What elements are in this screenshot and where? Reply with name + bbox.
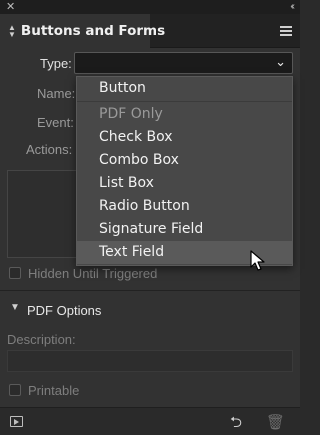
menu-separator bbox=[77, 101, 292, 102]
description-label: Description: bbox=[7, 332, 76, 347]
chevron-down-icon: ⌄ bbox=[275, 55, 286, 70]
hamburger-icon[interactable] bbox=[280, 26, 292, 36]
pdf-options-header[interactable]: PDF Options bbox=[27, 303, 101, 318]
menu-item-list-box[interactable]: List Box bbox=[77, 172, 292, 195]
type-label: Type: bbox=[40, 56, 72, 71]
menu-item-signature-field[interactable]: Signature Field bbox=[77, 218, 292, 241]
menu-item-combo-box[interactable]: Combo Box bbox=[77, 149, 292, 172]
printable-checkbox[interactable] bbox=[9, 384, 21, 396]
mouse-cursor-icon bbox=[250, 250, 265, 271]
menu-item-check-box[interactable]: Check Box bbox=[77, 126, 292, 149]
menu-item-radio-button[interactable]: Radio Button bbox=[77, 195, 292, 218]
preview-icon[interactable] bbox=[10, 416, 23, 427]
menu-heading-pdf-only: PDF Only bbox=[99, 106, 163, 122]
hidden-until-triggered-label: Hidden Until Triggered bbox=[28, 266, 158, 281]
actions-label: Actions: bbox=[26, 142, 73, 157]
menu-item-button[interactable]: Button bbox=[77, 77, 292, 100]
convert-to-object-icon[interactable]: ⮌ bbox=[230, 412, 242, 435]
close-icon[interactable]: ✕ bbox=[6, 0, 15, 14]
event-label: Event: bbox=[37, 115, 74, 130]
panel-tabbar: ▲ ▼ Buttons and Forms bbox=[0, 14, 300, 48]
tab-expand-icon[interactable]: ▲ ▼ bbox=[8, 24, 16, 39]
printable-label: Printable bbox=[28, 383, 80, 398]
chevron-down-icon[interactable]: ▼ bbox=[10, 302, 20, 313]
name-label: Name: bbox=[37, 86, 76, 101]
collapse-panel-icon[interactable]: ‹‹ bbox=[290, 0, 294, 14]
description-input[interactable] bbox=[7, 350, 293, 372]
hidden-until-triggered-checkbox[interactable] bbox=[9, 267, 21, 279]
trash-icon[interactable]: 🗑 bbox=[266, 413, 285, 431]
type-dropdown-menu: Button PDF Only Check Box Combo Box List… bbox=[76, 76, 293, 266]
window-titlebar: ✕ ‹‹ bbox=[0, 0, 300, 14]
tab-buttons-and-forms[interactable]: ▲ ▼ Buttons and Forms bbox=[0, 14, 165, 48]
type-select[interactable]: ⌄ bbox=[74, 52, 293, 74]
tab-label: Buttons and Forms bbox=[20, 23, 166, 39]
panel-footer: ⮌ 🗑 bbox=[0, 407, 300, 435]
divider bbox=[0, 290, 300, 291]
